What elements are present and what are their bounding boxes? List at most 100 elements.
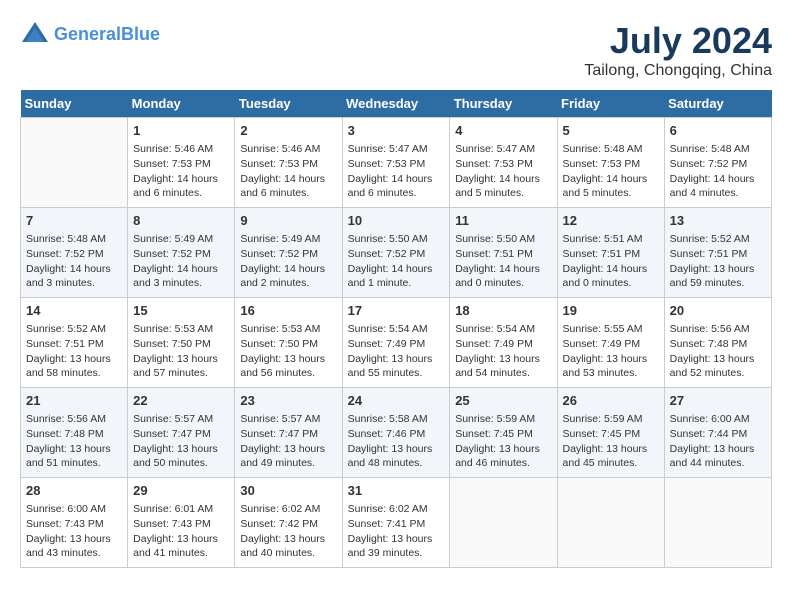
day-info: Sunrise: 5:57 AM Sunset: 7:47 PM Dayligh… [133,412,229,471]
month-title: July 2024 [584,20,772,62]
calendar-body: 1 Sunrise: 5:46 AM Sunset: 7:53 PM Daylig… [21,118,772,568]
calendar-cell [21,118,128,208]
day-info: Sunrise: 6:01 AM Sunset: 7:43 PM Dayligh… [133,502,229,561]
logo-line1: General [54,24,121,44]
header-friday: Friday [557,90,664,118]
day-number: 21 [26,392,122,410]
calendar-cell: 6 Sunrise: 5:48 AM Sunset: 7:52 PM Daylig… [664,118,771,208]
day-number: 11 [455,212,551,230]
day-number: 31 [348,482,445,500]
day-number: 9 [240,212,336,230]
calendar-cell: 18 Sunrise: 5:54 AM Sunset: 7:49 PM Dayli… [450,298,557,388]
day-info: Sunrise: 5:49 AM Sunset: 7:52 PM Dayligh… [133,232,229,291]
day-number: 18 [455,302,551,320]
day-info: Sunrise: 5:59 AM Sunset: 7:45 PM Dayligh… [563,412,659,471]
calendar-cell: 1 Sunrise: 5:46 AM Sunset: 7:53 PM Daylig… [128,118,235,208]
calendar-cell: 10Sunrise: 5:50 AM Sunset: 7:52 PM Dayli… [342,208,450,298]
header-tuesday: Tuesday [235,90,342,118]
day-info: Sunrise: 5:48 AM Sunset: 7:53 PM Dayligh… [563,142,659,201]
calendar-cell: 24 Sunrise: 5:58 AM Sunset: 7:46 PM Dayli… [342,388,450,478]
header-monday: Monday [128,90,235,118]
calendar-cell: 4 Sunrise: 5:47 AM Sunset: 7:53 PM Daylig… [450,118,557,208]
day-info: Sunrise: 5:59 AM Sunset: 7:45 PM Dayligh… [455,412,551,471]
week-row-0: 1 Sunrise: 5:46 AM Sunset: 7:53 PM Daylig… [21,118,772,208]
day-number: 24 [348,392,445,410]
day-number: 16 [240,302,336,320]
logo-line2: Blue [121,24,160,44]
day-number: 1 [133,122,229,140]
calendar-cell: 7Sunrise: 5:48 AM Sunset: 7:52 PM Daylig… [21,208,128,298]
logo-icon [20,20,50,50]
calendar-cell: 26 Sunrise: 5:59 AM Sunset: 7:45 PM Dayli… [557,388,664,478]
day-info: Sunrise: 5:49 AM Sunset: 7:52 PM Dayligh… [240,232,336,291]
day-info: Sunrise: 5:54 AM Sunset: 7:49 PM Dayligh… [455,322,551,381]
day-info: Sunrise: 5:55 AM Sunset: 7:49 PM Dayligh… [563,322,659,381]
calendar-cell: 22Sunrise: 5:57 AM Sunset: 7:47 PM Dayli… [128,388,235,478]
day-number: 30 [240,482,336,500]
calendar-table: SundayMondayTuesdayWednesdayThursdayFrid… [20,90,772,568]
day-info: Sunrise: 5:54 AM Sunset: 7:49 PM Dayligh… [348,322,445,381]
calendar-cell: 8 Sunrise: 5:49 AM Sunset: 7:52 PM Daylig… [128,208,235,298]
day-info: Sunrise: 5:58 AM Sunset: 7:46 PM Dayligh… [348,412,445,471]
day-number: 12 [563,212,659,230]
day-number: 8 [133,212,229,230]
day-number: 6 [670,122,766,140]
calendar-cell: 29Sunrise: 6:01 AM Sunset: 7:43 PM Dayli… [128,478,235,568]
calendar-header: SundayMondayTuesdayWednesdayThursdayFrid… [21,90,772,118]
calendar-cell: 25 Sunrise: 5:59 AM Sunset: 7:45 PM Dayli… [450,388,557,478]
calendar-cell: 5 Sunrise: 5:48 AM Sunset: 7:53 PM Daylig… [557,118,664,208]
calendar-cell: 31Sunrise: 6:02 AM Sunset: 7:41 PM Dayli… [342,478,450,568]
header-thursday: Thursday [450,90,557,118]
day-info: Sunrise: 5:53 AM Sunset: 7:50 PM Dayligh… [133,322,229,381]
calendar-cell: 27 Sunrise: 6:00 AM Sunset: 7:44 PM Dayli… [664,388,771,478]
header-sunday: Sunday [21,90,128,118]
calendar-cell: 30 Sunrise: 6:02 AM Sunset: 7:42 PM Dayli… [235,478,342,568]
page-header: GeneralBlue July 2024 Tailong, Chongqing… [20,20,772,80]
day-number: 19 [563,302,659,320]
calendar-cell: 12 Sunrise: 5:51 AM Sunset: 7:51 PM Dayli… [557,208,664,298]
calendar-cell: 23Sunrise: 5:57 AM Sunset: 7:47 PM Dayli… [235,388,342,478]
day-info: Sunrise: 5:56 AM Sunset: 7:48 PM Dayligh… [26,412,122,471]
day-info: Sunrise: 5:50 AM Sunset: 7:52 PM Dayligh… [348,232,445,291]
day-number: 13 [670,212,766,230]
calendar-cell: 17 Sunrise: 5:54 AM Sunset: 7:49 PM Dayli… [342,298,450,388]
day-info: Sunrise: 5:51 AM Sunset: 7:51 PM Dayligh… [563,232,659,291]
day-number: 3 [348,122,445,140]
day-number: 27 [670,392,766,410]
day-info: Sunrise: 5:46 AM Sunset: 7:53 PM Dayligh… [240,142,336,201]
day-info: Sunrise: 5:52 AM Sunset: 7:51 PM Dayligh… [670,232,766,291]
day-number: 26 [563,392,659,410]
day-info: Sunrise: 6:00 AM Sunset: 7:43 PM Dayligh… [26,502,122,561]
day-number: 4 [455,122,551,140]
calendar-cell: 20Sunrise: 5:56 AM Sunset: 7:48 PM Dayli… [664,298,771,388]
day-info: Sunrise: 5:56 AM Sunset: 7:48 PM Dayligh… [670,322,766,381]
header-saturday: Saturday [664,90,771,118]
day-info: Sunrise: 5:46 AM Sunset: 7:53 PM Dayligh… [133,142,229,201]
day-info: Sunrise: 5:48 AM Sunset: 7:52 PM Dayligh… [670,142,766,201]
day-number: 14 [26,302,122,320]
calendar-cell [450,478,557,568]
calendar-cell [664,478,771,568]
calendar-cell: 2Sunrise: 5:46 AM Sunset: 7:53 PM Daylig… [235,118,342,208]
calendar-cell: 13 Sunrise: 5:52 AM Sunset: 7:51 PM Dayli… [664,208,771,298]
week-row-1: 7Sunrise: 5:48 AM Sunset: 7:52 PM Daylig… [21,208,772,298]
calendar-cell: 16Sunrise: 5:53 AM Sunset: 7:50 PM Dayli… [235,298,342,388]
week-row-2: 14Sunrise: 5:52 AM Sunset: 7:51 PM Dayli… [21,298,772,388]
day-info: Sunrise: 5:47 AM Sunset: 7:53 PM Dayligh… [455,142,551,201]
logo: GeneralBlue [20,20,160,50]
day-number: 17 [348,302,445,320]
day-number: 25 [455,392,551,410]
week-row-4: 28 Sunrise: 6:00 AM Sunset: 7:43 PM Dayli… [21,478,772,568]
title-area: July 2024 Tailong, Chongqing, China [584,20,772,80]
calendar-cell [557,478,664,568]
day-number: 7 [26,212,122,230]
calendar-cell: 28 Sunrise: 6:00 AM Sunset: 7:43 PM Dayli… [21,478,128,568]
week-row-3: 21 Sunrise: 5:56 AM Sunset: 7:48 PM Dayli… [21,388,772,478]
calendar-cell: 11Sunrise: 5:50 AM Sunset: 7:51 PM Dayli… [450,208,557,298]
location: Tailong, Chongqing, China [584,62,772,80]
day-info: Sunrise: 6:00 AM Sunset: 7:44 PM Dayligh… [670,412,766,471]
day-number: 28 [26,482,122,500]
day-number: 5 [563,122,659,140]
calendar-cell: 3Sunrise: 5:47 AM Sunset: 7:53 PM Daylig… [342,118,450,208]
day-info: Sunrise: 6:02 AM Sunset: 7:42 PM Dayligh… [240,502,336,561]
